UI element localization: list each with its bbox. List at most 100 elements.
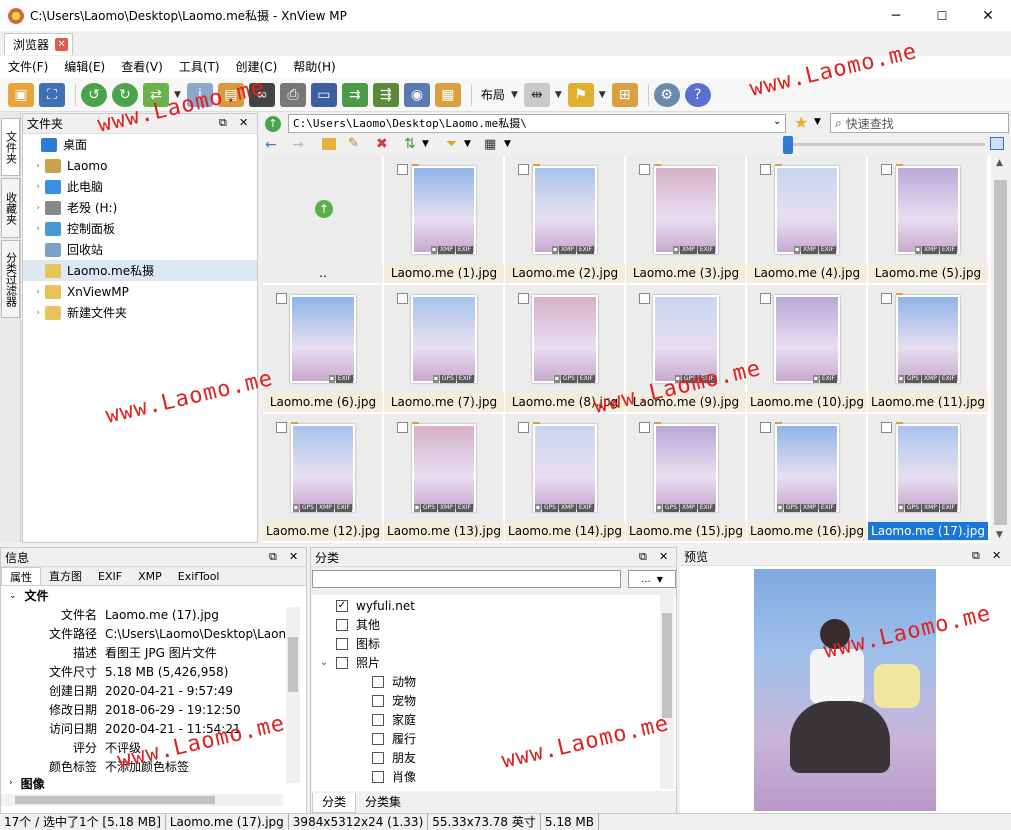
category-checkbox[interactable]: [372, 732, 384, 745]
expand-chevron-icon[interactable]: ›: [31, 224, 45, 234]
thumbnail-scrollbar-thumb[interactable]: [994, 180, 1007, 525]
filter-dropdown-icon[interactable]: ▼: [464, 139, 471, 149]
thumbnail-item[interactable]: ▪ GPS EXIF Laomo.me (9).jpg: [626, 285, 746, 413]
category-expand-icon[interactable]: ⌄: [320, 657, 336, 668]
expand-chevron-icon[interactable]: ›: [31, 287, 45, 297]
settings-gear-icon[interactable]: ⚙: [653, 82, 680, 107]
menu-file[interactable]: 文件(F): [0, 56, 56, 78]
tree-icon[interactable]: ⊞: [611, 82, 638, 107]
category-item[interactable]: 肖像: [312, 767, 676, 786]
bookmark-icon[interactable]: ⚑: [567, 82, 594, 107]
folder-tree-item[interactable]: › 控制面板: [23, 218, 257, 239]
category-item[interactable]: 动物: [312, 672, 676, 691]
compare-icon[interactable]: ⇹: [523, 82, 550, 107]
folder-tree-item[interactable]: › 老殁 (H:): [23, 197, 257, 218]
thumbnail-checkbox[interactable]: [639, 293, 650, 304]
thumbnail-item[interactable]: ▪ GPS XMP EXIF Laomo.me (12).jpg: [263, 414, 383, 542]
tab-categories[interactable]: 分类: [312, 793, 357, 813]
sidetab-category-filter[interactable]: 分类过滤器: [1, 240, 20, 318]
thumbnail-checkbox[interactable]: [760, 422, 771, 433]
new-folder-icon[interactable]: [322, 138, 336, 150]
thumbnail-size-slider-thumb[interactable]: [783, 136, 793, 154]
close-icon[interactable]: ✕: [289, 550, 298, 563]
path-input[interactable]: C:\Users\Laomo\Desktop\Laomo.me私摄\: [288, 114, 786, 133]
menu-tools[interactable]: 工具(T): [171, 56, 228, 78]
folder-tree-item[interactable]: Laomo.me私摄: [23, 260, 257, 281]
category-checkbox[interactable]: [372, 770, 384, 783]
info-hscrollbar-thumb[interactable]: [15, 796, 215, 804]
menu-create[interactable]: 创建(C): [228, 56, 286, 78]
thumbnail-item[interactable]: ▪ XMP EXIF Laomo.me (3).jpg: [626, 156, 746, 284]
sidetab-folders[interactable]: 文件夹: [1, 118, 20, 176]
tab-exif[interactable]: EXIF: [90, 567, 130, 585]
category-more-button[interactable]: ... ▼: [628, 570, 676, 588]
category-checkbox[interactable]: [336, 656, 348, 669]
category-item[interactable]: 宠物: [312, 691, 676, 710]
thumbnail-item[interactable]: ▪ GPS EXIF Laomo.me (7).jpg: [384, 285, 504, 413]
open-image-icon[interactable]: ▣: [8, 82, 34, 107]
category-checkbox[interactable]: ✓: [336, 599, 348, 612]
close-icon[interactable]: ✕: [659, 550, 668, 563]
info-section-file[interactable]: ⌄ 文件: [1, 586, 306, 605]
compare-dropdown-icon[interactable]: ▼: [555, 90, 562, 100]
sort-icon[interactable]: ⇅: [404, 136, 416, 152]
rotate-left-icon[interactable]: ↺: [81, 82, 107, 107]
thumbnail-item[interactable]: ▪ EXIF Laomo.me (6).jpg: [263, 285, 383, 413]
tab-histogram[interactable]: 直方图: [41, 567, 90, 585]
category-item[interactable]: 家庭: [312, 710, 676, 729]
thumbnail-checkbox[interactable]: [760, 293, 771, 304]
scanner-icon[interactable]: ▭: [310, 82, 337, 107]
folder-tree-item[interactable]: › 此电脑: [23, 176, 257, 197]
capture-icon[interactable]: ◉: [403, 82, 430, 107]
filter-icon[interactable]: ⏷: [446, 136, 457, 152]
thumbnail-checkbox[interactable]: [881, 164, 892, 175]
folder-tree-item[interactable]: 桌面: [23, 134, 257, 155]
open-folder-icon[interactable]: ▤: [217, 82, 244, 107]
view-mode-dropdown-icon[interactable]: ▼: [504, 139, 511, 149]
thumb-size-icon[interactable]: [990, 137, 1004, 150]
float-icon[interactable]: ⧉: [972, 549, 980, 563]
scroll-up-icon[interactable]: ▲: [996, 158, 1003, 168]
thumbnail-item[interactable]: ▪ GPS XMP EXIF Laomo.me (17).jpg: [868, 414, 988, 542]
thumbnail-item[interactable]: ▪ GPS EXIF Laomo.me (8).jpg: [505, 285, 625, 413]
category-item[interactable]: 履行: [312, 729, 676, 748]
minimize-button[interactable]: ─: [873, 0, 919, 31]
category-item[interactable]: 图标: [312, 634, 676, 653]
expand-chevron-icon[interactable]: ›: [31, 203, 45, 213]
favorites-star-icon[interactable]: ★: [794, 113, 808, 132]
thumbnail-item[interactable]: ▪ GPS XMP EXIF Laomo.me (13).jpg: [384, 414, 504, 542]
refresh-dropdown-icon[interactable]: ▼: [174, 90, 181, 100]
refresh-icon[interactable]: ⇄: [143, 82, 169, 107]
layout-dropdown-icon[interactable]: ▼: [511, 90, 518, 100]
expand-chevron-icon[interactable]: ›: [31, 161, 45, 171]
category-checkbox[interactable]: [336, 637, 348, 650]
thumbnail-checkbox[interactable]: [276, 293, 287, 304]
print-icon[interactable]: ⎙: [279, 82, 306, 107]
thumbnail-checkbox[interactable]: [518, 422, 529, 433]
thumbnail-item[interactable]: ▪ XMP EXIF Laomo.me (1).jpg: [384, 156, 504, 284]
thumbnail-checkbox[interactable]: [397, 293, 408, 304]
go-up-icon[interactable]: ↑: [265, 116, 281, 132]
close-icon[interactable]: ✕: [992, 549, 1001, 562]
thumbnail-checkbox[interactable]: [881, 422, 892, 433]
batch-convert-icon[interactable]: ⇶: [372, 82, 399, 107]
tab-properties[interactable]: 属性: [1, 567, 41, 585]
thumbnail-item[interactable]: ▪ GPS XMP EXIF Laomo.me (15).jpg: [626, 414, 746, 542]
view-mode-icon[interactable]: ▦: [484, 137, 496, 152]
thumbnail-item[interactable]: ▪ XMP EXIF Laomo.me (2).jpg: [505, 156, 625, 284]
rename-icon[interactable]: ✎: [348, 136, 359, 151]
rotate-right-icon[interactable]: ↻: [112, 82, 138, 107]
thumbnail-item[interactable]: ▪ XMP EXIF Laomo.me (4).jpg: [747, 156, 867, 284]
category-scrollbar-thumb[interactable]: [662, 613, 672, 718]
expand-chevron-icon[interactable]: ›: [31, 308, 45, 318]
thumbnail-checkbox[interactable]: [518, 293, 529, 304]
folder-tree-item[interactable]: 回收站: [23, 239, 257, 260]
float-icon[interactable]: ⧉: [269, 550, 277, 564]
thumbnail-checkbox[interactable]: [397, 164, 408, 175]
thumbnail-item[interactable]: ▪ EXIF Laomo.me (10).jpg: [747, 285, 867, 413]
thumbnail-size-slider[interactable]: [790, 143, 985, 146]
scroll-down-icon[interactable]: ▼: [996, 530, 1003, 540]
tab-close-icon[interactable]: ✕: [55, 38, 69, 51]
close-button[interactable]: ✕: [965, 0, 1011, 31]
preview-image[interactable]: [754, 569, 936, 811]
